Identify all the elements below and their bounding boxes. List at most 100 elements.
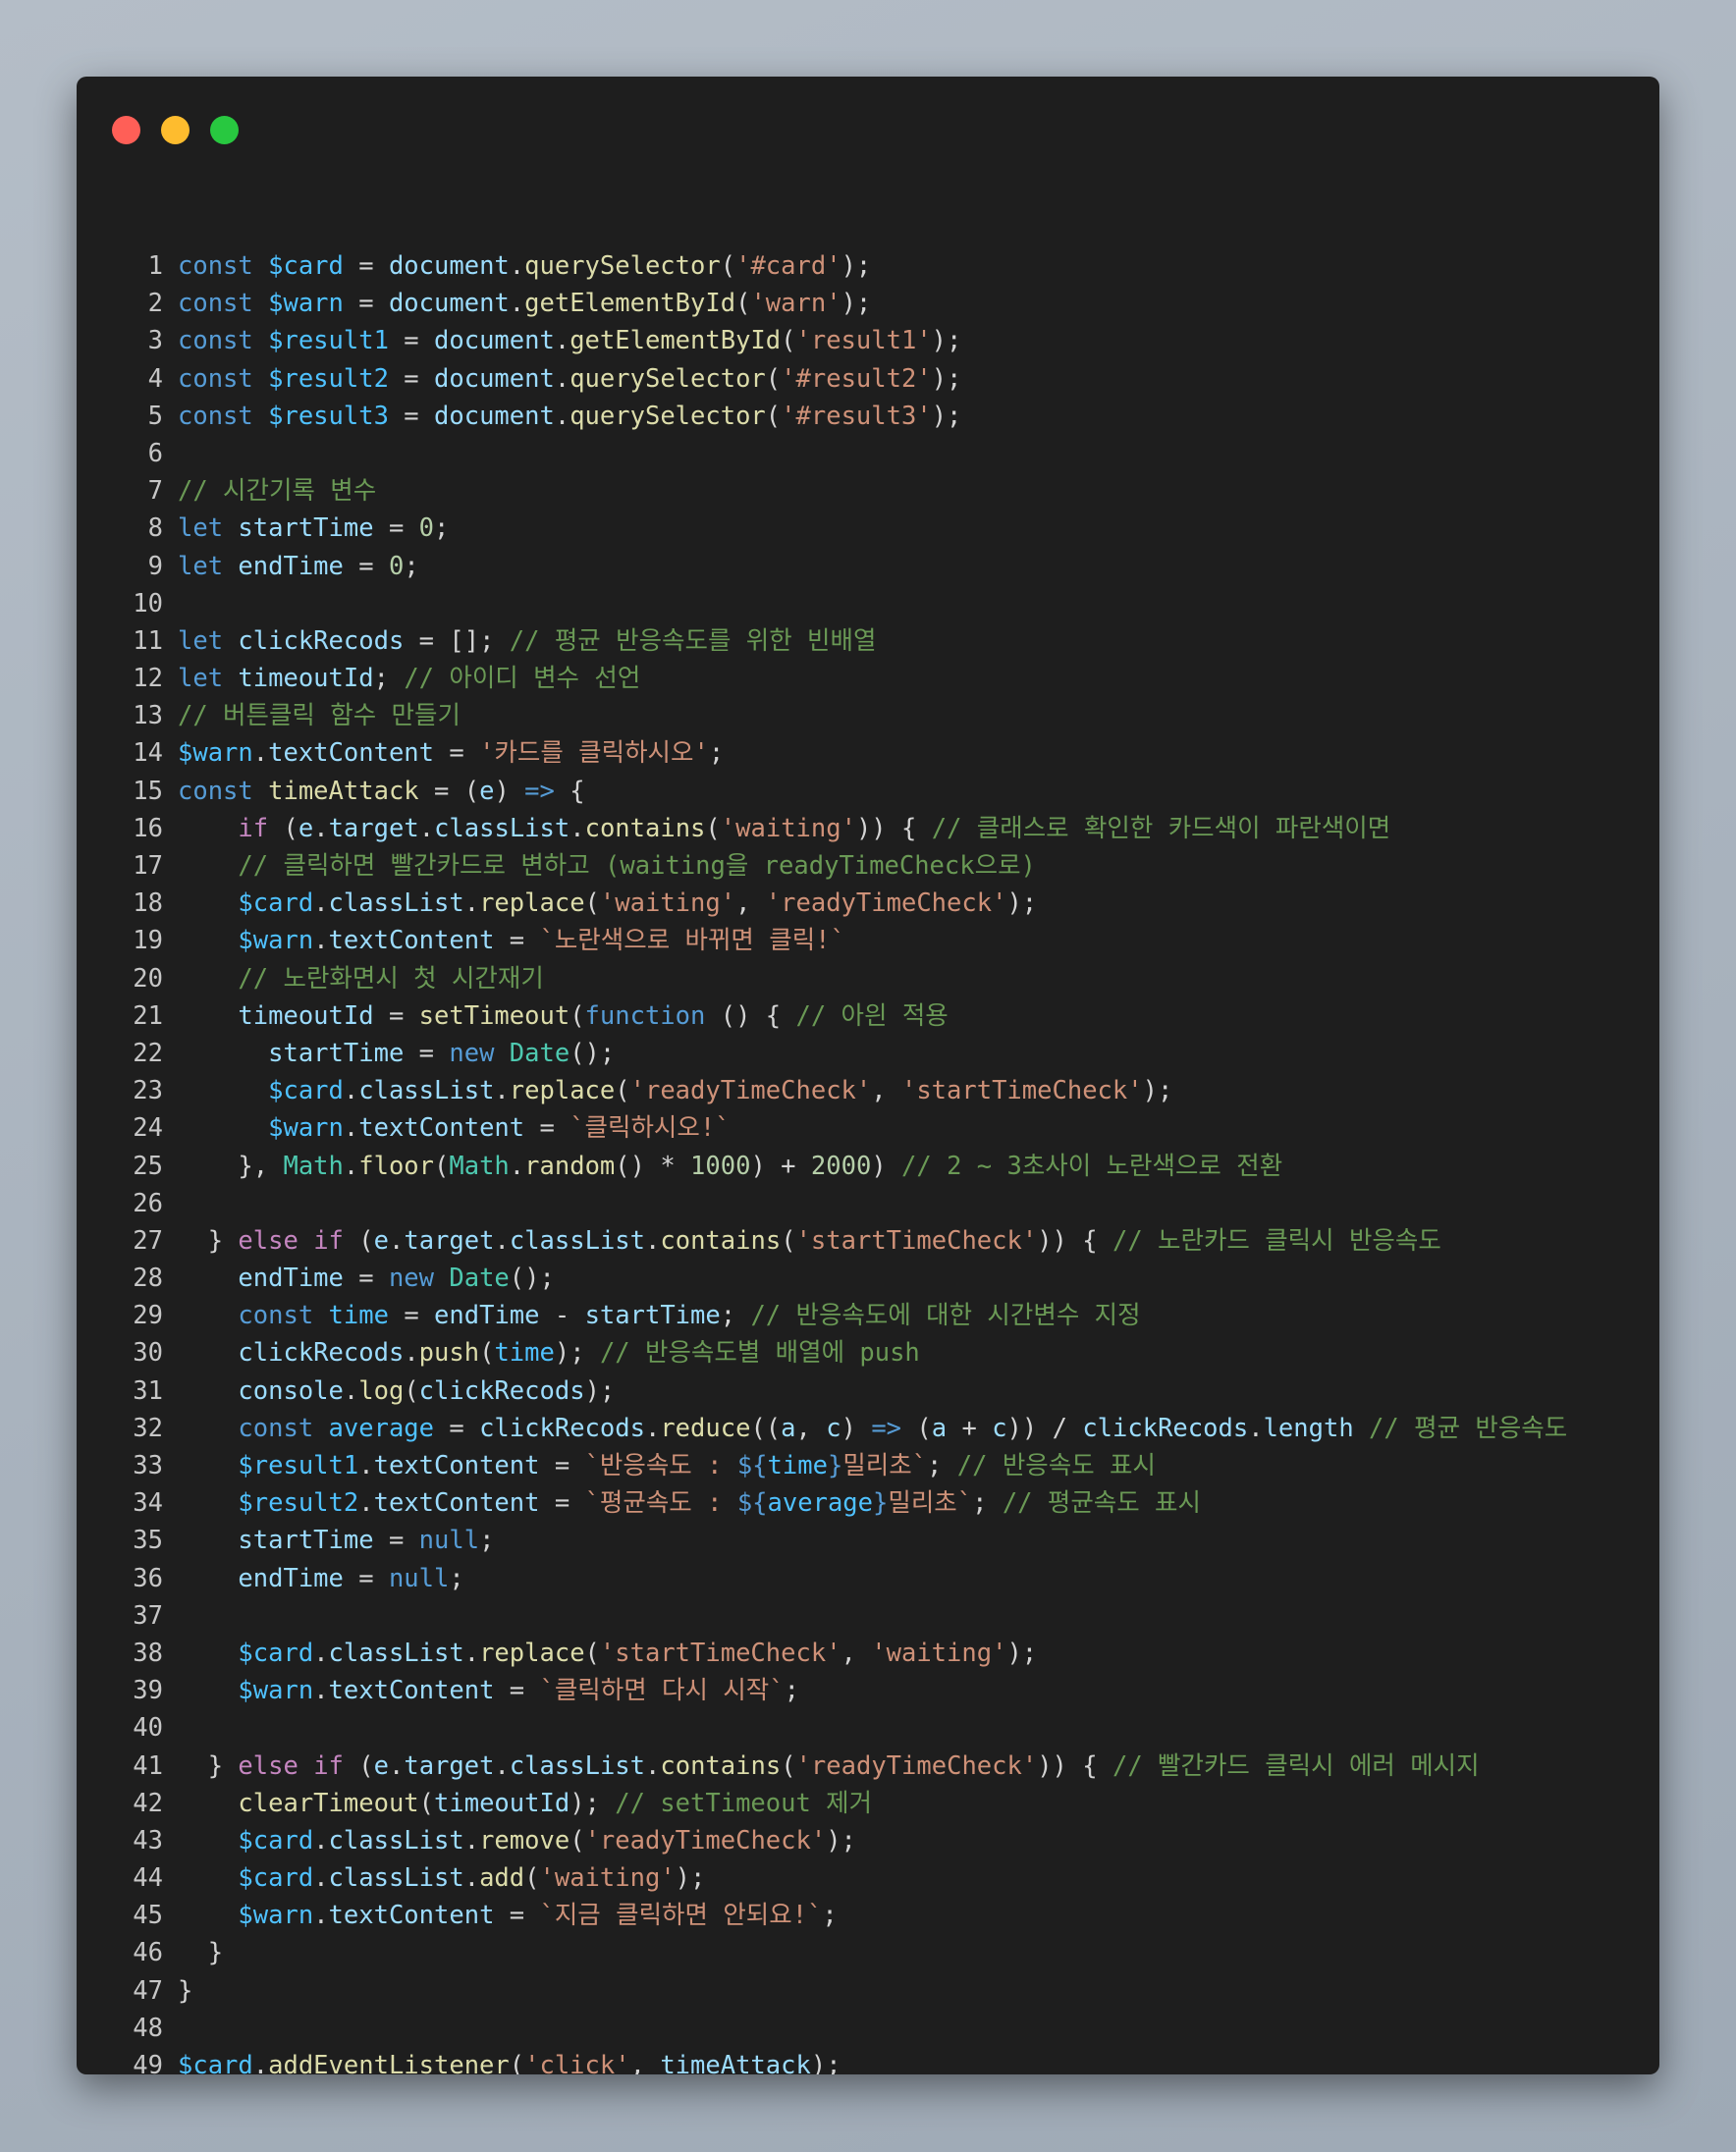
code-token: = xyxy=(494,1901,540,1931)
code-token: ); xyxy=(931,401,962,431)
minimize-window-button[interactable] xyxy=(161,116,190,144)
code-token: ( xyxy=(705,813,721,843)
code-text: endTime = new Date(); xyxy=(178,1260,554,1297)
code-token: } xyxy=(178,1225,239,1256)
code-token: 'warn' xyxy=(750,289,841,319)
code-token: $card xyxy=(238,1825,314,1856)
code-text: // 시간기록 변수 xyxy=(178,472,376,510)
code-token: document xyxy=(434,326,555,356)
code-text: let clickRecods = []; // 평균 반응속도를 위한 빈배열 xyxy=(178,622,876,660)
line-number: 31 xyxy=(133,1375,163,1406)
code-token: ; xyxy=(449,1563,464,1593)
code-token: , xyxy=(871,1076,901,1106)
code-line: 46 } xyxy=(77,1934,1659,1971)
code-token: length xyxy=(1263,1413,1354,1443)
code-token: . xyxy=(644,1413,661,1443)
code-token: ; xyxy=(784,1676,799,1706)
code-token: addEventListener xyxy=(268,2051,510,2074)
code-token: time xyxy=(328,1301,389,1331)
code-token: textContent xyxy=(328,1676,495,1706)
code-token: querySelector xyxy=(570,401,766,431)
code-token: ( xyxy=(781,1225,796,1256)
line-number: 40 xyxy=(133,1713,163,1744)
code-token: startTime xyxy=(584,1301,721,1331)
code-editor[interactable]: 1 const $card = document.querySelector('#… xyxy=(77,247,1659,2074)
code-token: document xyxy=(434,401,555,431)
line-number: 46 xyxy=(133,1938,163,1968)
line-number: 41 xyxy=(133,1750,163,1781)
code-token: '#result3' xyxy=(781,401,932,431)
code-text: $warn.textContent = `노란색으로 바뀌면 클릭!` xyxy=(178,922,844,959)
code-token: = xyxy=(494,1676,540,1706)
code-token: '#result2' xyxy=(781,363,932,394)
code-line: 13 // 버튼클릭 함수 만들기 xyxy=(77,697,1659,734)
line-number: 33 xyxy=(133,1451,163,1480)
code-token: // 노란화면시 첫 시간재기 xyxy=(238,963,544,994)
code-token: ); xyxy=(584,1375,616,1406)
code-line: 40 xyxy=(77,1709,1659,1747)
code-line: 45 $warn.textContent = `지금 클릭하면 안되요!`; xyxy=(77,1897,1659,1934)
code-token: e xyxy=(373,1225,389,1256)
code-token: endTime xyxy=(238,1563,344,1593)
code-token: = xyxy=(404,1038,450,1068)
code-line: 27 } else if (e.target.classList.contain… xyxy=(77,1222,1659,1260)
code-token: timeoutId xyxy=(434,1788,570,1818)
code-token: (); xyxy=(570,1038,616,1068)
code-text: } else if (e.target.classList.contains('… xyxy=(178,1222,1441,1260)
code-token: = xyxy=(343,251,389,281)
code-token: $card xyxy=(178,2051,253,2074)
code-token: target xyxy=(328,813,419,843)
code-token: 'readyTimeCheck' xyxy=(765,888,1007,919)
code-token: ; xyxy=(373,664,405,694)
code-token: if xyxy=(238,813,269,843)
code-token: }, xyxy=(178,1151,284,1181)
code-token: reduce xyxy=(660,1413,751,1443)
code-text: // 클릭하면 빨간카드로 변하고 (waiting을 readyTimeChe… xyxy=(178,847,1035,885)
code-token: ); xyxy=(810,2051,841,2074)
code-token: . xyxy=(494,1076,510,1106)
close-window-button[interactable] xyxy=(112,116,140,144)
code-line: 41 } else if (e.target.classList.contain… xyxy=(77,1748,1659,1785)
code-token: . xyxy=(509,251,525,281)
code-line: 36 endTime = null; xyxy=(77,1560,1659,1597)
code-token: ( xyxy=(509,2051,525,2074)
code-token: ( xyxy=(343,1750,374,1781)
code-line: 14 $warn.textContent = '카드를 클릭하시오'; xyxy=(77,734,1659,772)
code-line: 6 xyxy=(77,435,1659,472)
code-line: 37 xyxy=(77,1597,1659,1635)
code-text: } xyxy=(178,1934,223,1971)
code-token: null xyxy=(388,1563,450,1593)
code-token: ${ xyxy=(736,1488,768,1519)
code-text: $warn.textContent = `클릭하면 다시 시작`; xyxy=(178,1672,799,1709)
line-number: 45 xyxy=(133,1901,163,1931)
code-token: document xyxy=(388,289,510,319)
code-token: querySelector xyxy=(524,251,721,281)
code-token: ( xyxy=(765,363,782,394)
code-line: 15 const timeAttack = (e) => { xyxy=(77,773,1659,810)
code-token: new xyxy=(388,1264,435,1294)
code-token: $warn xyxy=(238,1901,314,1931)
code-token: ); xyxy=(1006,888,1038,919)
code-token: target xyxy=(404,1225,495,1256)
code-line: 20 // 노란화면시 첫 시간재기 xyxy=(77,960,1659,997)
code-token: => xyxy=(524,776,555,806)
code-token: = xyxy=(343,289,389,319)
code-text: $card.classList.replace('startTimeCheck'… xyxy=(178,1635,1037,1672)
maximize-window-button[interactable] xyxy=(210,116,239,144)
code-token: . xyxy=(343,1113,359,1144)
code-token: $warn xyxy=(238,1676,314,1706)
code-token: { xyxy=(554,776,585,806)
code-token: , xyxy=(841,1638,872,1668)
code-token: . xyxy=(570,813,585,843)
code-token: = xyxy=(388,1301,435,1331)
line-number: 11 xyxy=(133,625,163,656)
